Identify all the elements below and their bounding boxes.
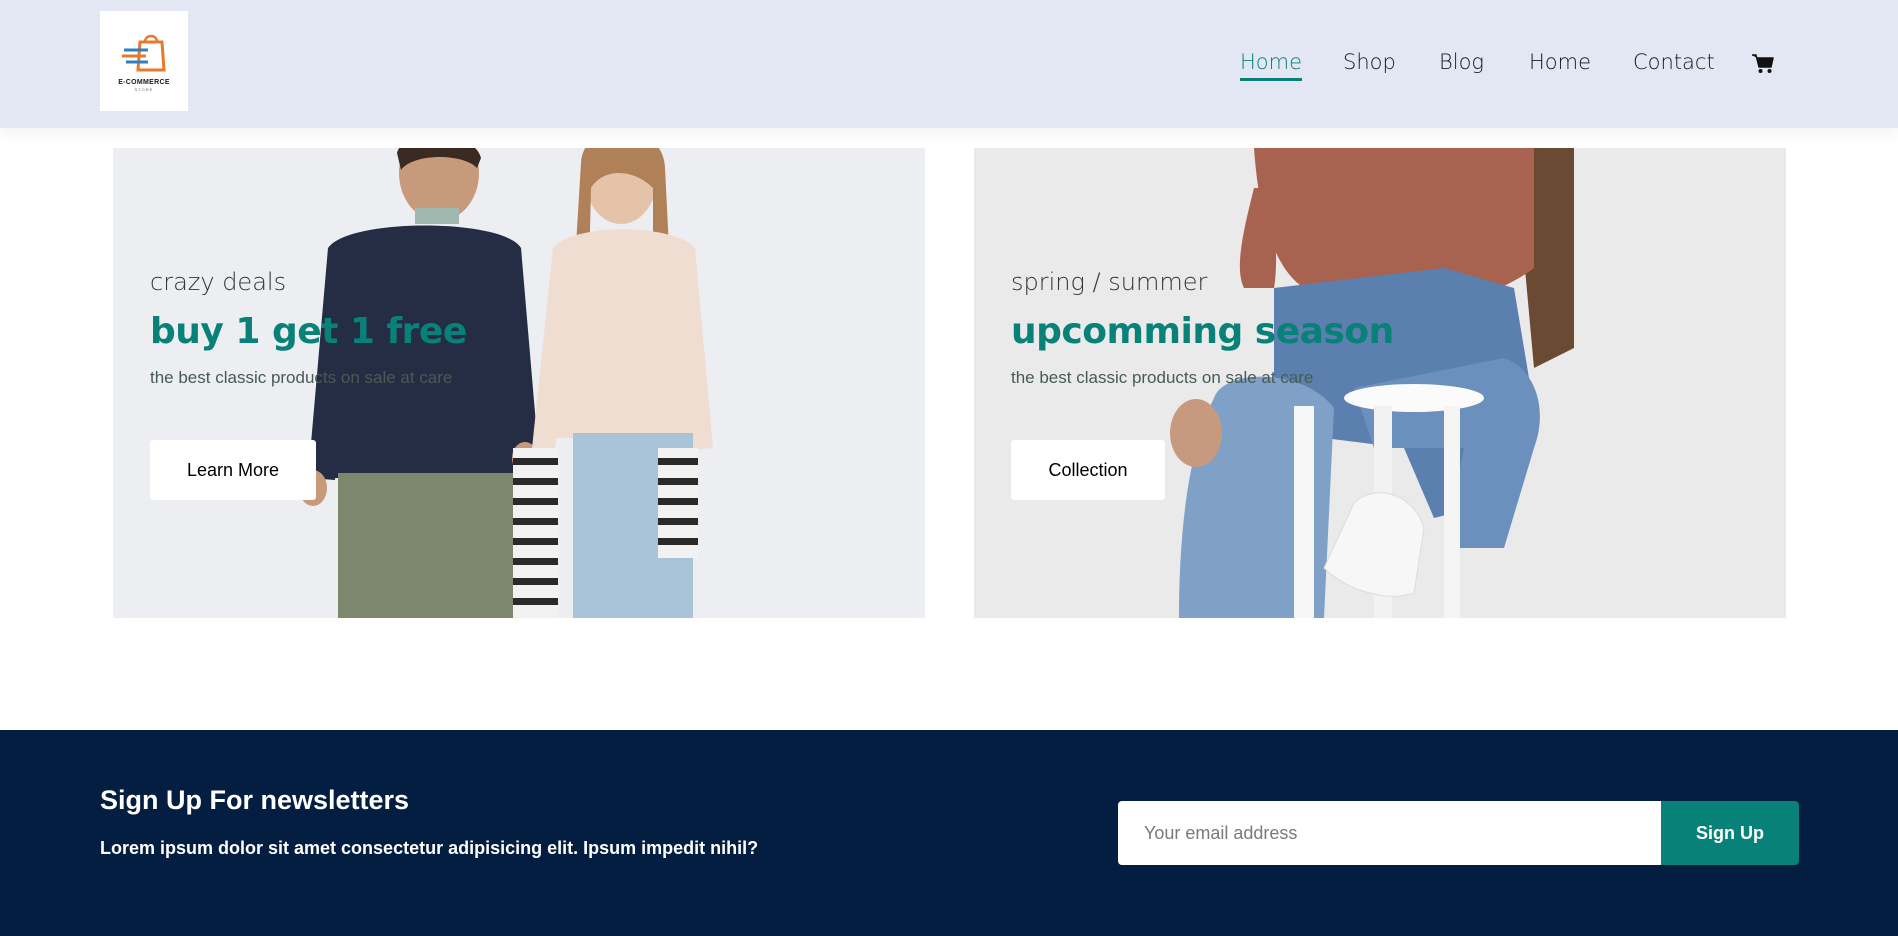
banner-content: spring / summer upcomming season the bes…: [1011, 148, 1711, 618]
banner-content: crazy deals buy 1 get 1 free the best cl…: [150, 148, 850, 618]
sign-up-button[interactable]: Sign Up: [1661, 801, 1799, 865]
nav-item-home[interactable]: Home: [1240, 50, 1303, 81]
banner-kicker: spring / summer: [1011, 268, 1208, 296]
collection-button[interactable]: Collection: [1011, 440, 1165, 500]
banner-kicker: crazy deals: [150, 268, 287, 296]
banner-title: buy 1 get 1 free: [150, 311, 467, 352]
banner-upcoming-season: spring / summer upcomming season the bes…: [974, 148, 1786, 618]
nav-item-home-2[interactable]: Home: [1529, 50, 1591, 74]
learn-more-button[interactable]: Learn More: [150, 440, 316, 500]
banner-title: upcomming season: [1011, 311, 1394, 352]
banner-description: the best classic products on sale at car…: [150, 368, 453, 387]
shopping-bag-logo-icon: [122, 34, 166, 72]
email-input[interactable]: [1118, 801, 1661, 865]
newsletter-text: Lorem ipsum dolor sit amet consectetur a…: [100, 838, 759, 858]
site-header: E-COMMERCE STORE Home Shop Blog Home Con…: [0, 0, 1898, 128]
brand-logo[interactable]: E-COMMERCE STORE: [100, 11, 188, 111]
banner-description: the best classic products on sale at car…: [1011, 368, 1314, 387]
nav-item-shop[interactable]: Shop: [1343, 50, 1396, 74]
newsletter-title: Sign Up For newsletters: [100, 785, 410, 815]
banner-buy-one-get-one: crazy deals buy 1 get 1 free the best cl…: [113, 148, 925, 618]
logo-subtitle: STORE: [134, 87, 154, 92]
cart-icon[interactable]: [1752, 54, 1774, 74]
logo-wordmark: E-COMMERCE: [118, 79, 170, 86]
newsletter-section: Sign Up For newsletters Lorem ipsum dolo…: [0, 730, 1898, 936]
nav-item-blog[interactable]: Blog: [1439, 50, 1484, 74]
nav-item-contact[interactable]: Contact: [1633, 50, 1715, 74]
